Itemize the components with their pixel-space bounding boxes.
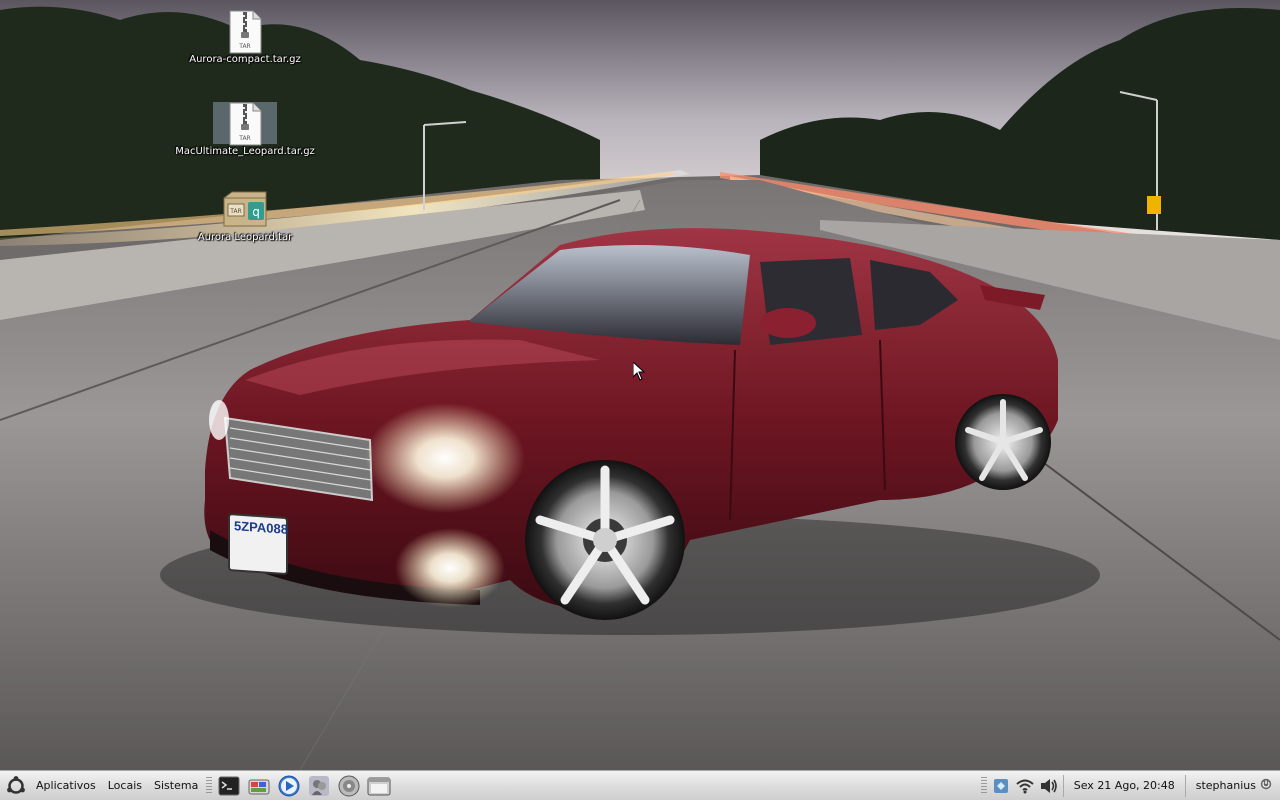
- desktop-icon-aurora-leopard[interactable]: TAR q Aurora Leopard.tar: [175, 190, 315, 243]
- desktop-icon-label: Aurora Leopard.tar: [197, 232, 293, 243]
- menu-system[interactable]: Sistema: [148, 771, 204, 800]
- wifi-icon[interactable]: [1015, 776, 1035, 796]
- desktop-icon-label: MacUltimate_Leopard.tar.gz: [175, 146, 315, 157]
- panel-divider: [1062, 774, 1064, 797]
- svg-text:q: q: [252, 205, 260, 219]
- power-icon: [1260, 778, 1272, 793]
- pidgin-icon[interactable]: [306, 773, 332, 799]
- username: stephanius: [1195, 779, 1256, 792]
- desktop-icon-label: Aurora-compact.tar.gz: [189, 54, 301, 65]
- tar-package-icon: TAR q: [222, 190, 268, 230]
- bottom-panel: Aplicativos Locais Sistema Sex 21 Ago, 2…: [0, 770, 1280, 800]
- zip-archive-icon: TAR: [213, 102, 277, 146]
- terminal-icon[interactable]: [216, 773, 242, 799]
- mouse-cursor-icon: [632, 360, 646, 385]
- file-manager-icon[interactable]: [366, 773, 392, 799]
- archive-badge: TAR: [229, 208, 241, 215]
- panel-divider: [1184, 774, 1186, 797]
- archive-badge: TAR: [238, 135, 250, 142]
- clock[interactable]: Sex 21 Ago, 20:48: [1066, 779, 1183, 792]
- screenshot-icon[interactable]: [246, 773, 272, 799]
- menu-places[interactable]: Locais: [102, 771, 148, 800]
- disk-utility-icon[interactable]: [336, 773, 362, 799]
- volume-icon[interactable]: [1039, 776, 1059, 796]
- panel-separator: [980, 776, 987, 795]
- media-player-icon[interactable]: [276, 773, 302, 799]
- user-switcher[interactable]: stephanius: [1188, 778, 1280, 793]
- zip-archive-icon: TAR: [228, 10, 262, 54]
- archive-badge: TAR: [238, 43, 250, 50]
- desktop-icon-macultimate-leopard[interactable]: TAR MacUltimate_Leopard.tar.gz: [175, 102, 315, 157]
- network-manager-icon[interactable]: [991, 776, 1011, 796]
- ubuntu-logo-icon[interactable]: [0, 771, 30, 800]
- desktop-icon-aurora-compact[interactable]: TAR Aurora-compact.tar.gz: [175, 10, 315, 65]
- panel-separator: [206, 776, 213, 795]
- menu-applications[interactable]: Aplicativos: [30, 771, 102, 800]
